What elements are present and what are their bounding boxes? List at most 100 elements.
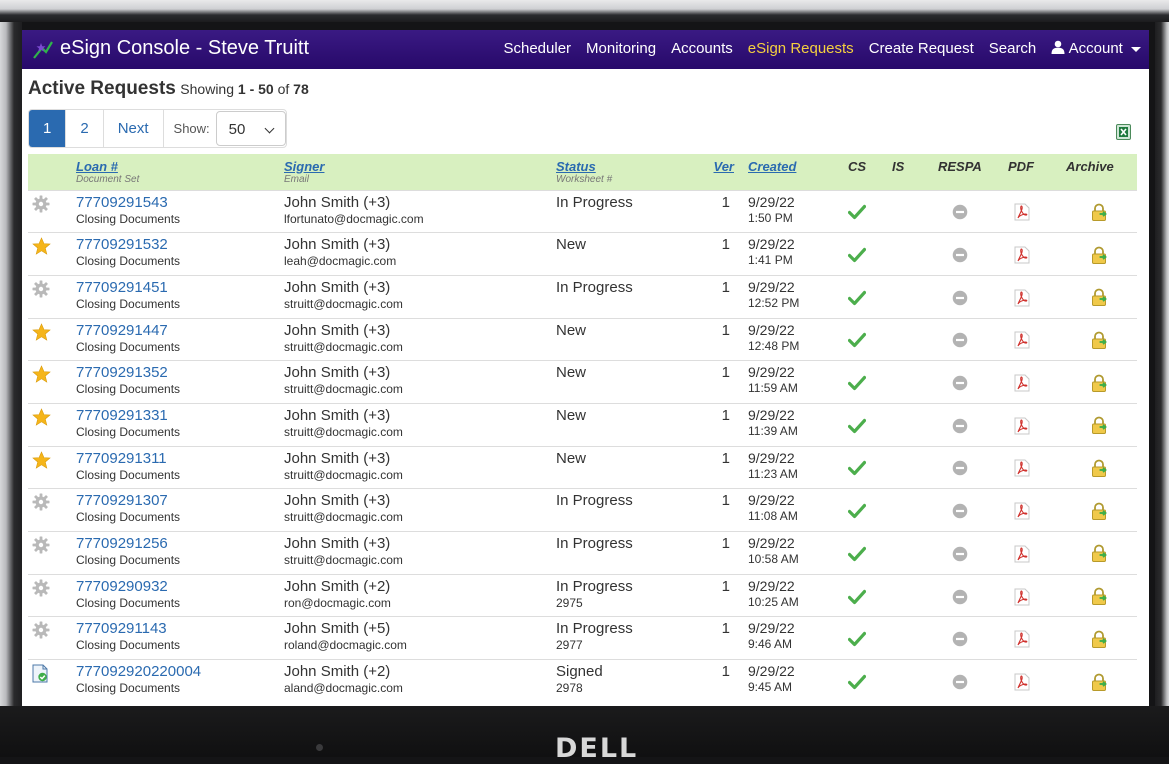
archive-lock-icon[interactable] [1090,502,1109,525]
archive-lock-icon[interactable] [1090,374,1109,397]
check-icon [847,632,867,651]
pdf-icon[interactable] [1014,331,1030,353]
pdf-icon[interactable] [1014,588,1030,610]
loan-link[interactable]: 77709291532 [76,236,168,253]
minus-circle-icon[interactable] [952,418,968,438]
sort-signer-link[interactable]: Signer [284,159,324,174]
next-page-button[interactable]: Next [104,110,164,147]
status-text: New [556,236,587,254]
page-2-button[interactable]: 2 [66,110,104,147]
loan-link[interactable]: 77709291451 [76,279,168,296]
minus-circle-icon[interactable] [952,503,968,523]
pdf-icon[interactable] [1014,545,1030,567]
minus-circle-icon[interactable] [952,674,968,694]
archive-lock-icon[interactable] [1090,587,1109,610]
signer-email: struitt@docmagic.com [284,467,403,482]
loan-link[interactable]: 77709291256 [76,535,168,552]
header-loan[interactable]: Loan # Document Set [72,154,280,190]
archive-lock-icon[interactable] [1090,203,1109,226]
excel-export-icon[interactable] [1116,124,1131,140]
sort-ver-link[interactable]: Ver [714,159,734,174]
minus-circle-icon[interactable] [952,375,968,395]
minus-circle-icon[interactable] [952,631,968,651]
nav-account-dropdown[interactable]: Account [1051,40,1141,57]
pdf-cell [1004,660,1062,703]
archive-lock-icon[interactable] [1090,673,1109,696]
header-signer-sub: Email [284,174,310,185]
loan-link[interactable]: 777092920220004 [76,663,201,680]
pagination: 1 2 Next Show: 50 [28,109,287,148]
archive-lock-icon[interactable] [1090,630,1109,653]
loan-link[interactable]: 77709291311 [76,450,167,467]
header-status[interactable]: Status Worksheet # [552,154,704,190]
pdf-icon[interactable] [1014,203,1030,225]
header-created[interactable]: Created [744,154,844,190]
signer-email: struitt@docmagic.com [284,424,403,439]
archive-lock-icon[interactable] [1090,331,1109,354]
pdf-icon[interactable] [1014,374,1030,396]
sort-loan-link[interactable]: Loan # [76,159,118,174]
table-row: 77709291447 Closing Documents John Smith (… [28,318,1137,361]
nav-monitoring[interactable]: Monitoring [586,40,656,57]
minus-circle-icon[interactable] [952,589,968,609]
minus-circle-icon[interactable] [952,546,968,566]
nav-create-request[interactable]: Create Request [869,40,974,57]
archive-cell [1062,489,1137,532]
sort-created-link[interactable]: Created [748,159,796,174]
loan-link[interactable]: 77709291447 [76,322,168,339]
worksheet-number: 2975 [556,595,583,610]
loan-cell: 77709291352 Closing Documents [72,361,280,404]
header-ver[interactable]: Ver [704,154,744,190]
minus-circle-icon[interactable] [952,247,968,267]
pdf-icon[interactable] [1014,459,1030,481]
cs-cell [844,532,888,575]
minus-circle-icon[interactable] [952,205,968,224]
pdf-icon[interactable] [1014,246,1030,268]
archive-lock-icon[interactable] [1090,416,1109,439]
archive-lock-icon[interactable] [1090,246,1109,269]
page-1-button[interactable]: 1 [29,110,67,147]
page-size-select[interactable]: 50 [215,111,286,146]
signer-cell: John Smith (+3) struitt@docmagic.com [280,318,552,361]
nav-scheduler[interactable]: Scheduler [503,40,571,57]
created-time: 11:23 AM [748,466,798,481]
loan-link[interactable]: 77709291331 [76,407,168,424]
loan-link[interactable]: 77709291543 [76,194,168,211]
loan-link[interactable]: 77709290932 [76,578,168,595]
pdf-icon[interactable] [1014,417,1030,439]
created-date: 9/29/22 [748,193,795,210]
header-signer[interactable]: Signer Email [280,154,552,190]
pdf-icon[interactable] [1014,502,1030,524]
archive-lock-icon[interactable] [1090,459,1109,482]
minus-circle-icon[interactable] [952,333,968,352]
archive-lock-icon[interactable] [1090,544,1109,567]
pdf-icon[interactable] [1014,289,1030,311]
created-cell: 9/29/22 9:45 AM [744,660,844,703]
signer-cell: John Smith (+3) struitt@docmagic.com [280,361,552,404]
signer-email: struitt@docmagic.com [284,296,403,311]
pdf-icon[interactable] [1014,673,1030,695]
sort-status-link[interactable]: Status [556,159,596,174]
archive-lock-icon[interactable] [1090,288,1109,311]
nav-esign-requests[interactable]: eSign Requests [748,40,854,57]
nav-accounts[interactable]: Accounts [671,40,733,57]
signer-cell: John Smith (+3) struitt@docmagic.com [280,275,552,318]
archive-cell [1062,190,1137,233]
archive-cell [1062,532,1137,575]
created-date: 9/29/22 [748,577,795,594]
monitor-left-bezel [0,22,22,712]
created-time: 9:46 AM [748,637,793,652]
loan-link[interactable]: 77709291352 [76,364,168,381]
minus-circle-icon[interactable] [952,461,968,480]
nav-search[interactable]: Search [989,40,1037,57]
respa-cell [934,361,1004,404]
minus-circle-icon[interactable] [952,290,968,310]
loan-link[interactable]: 77709291143 [76,620,167,637]
row-type-cell [28,318,72,361]
signer-cell: John Smith (+2) ron@docmagic.com [280,574,552,617]
top-navbar: eSign Console - Steve Truitt Scheduler M… [22,30,1149,69]
loan-link[interactable]: 77709291307 [76,492,168,509]
loan-cell: 77709291256 Closing Documents [72,532,280,575]
navbar-brand[interactable]: eSign Console - Steve Truitt [32,37,309,60]
pdf-icon[interactable] [1014,630,1030,652]
